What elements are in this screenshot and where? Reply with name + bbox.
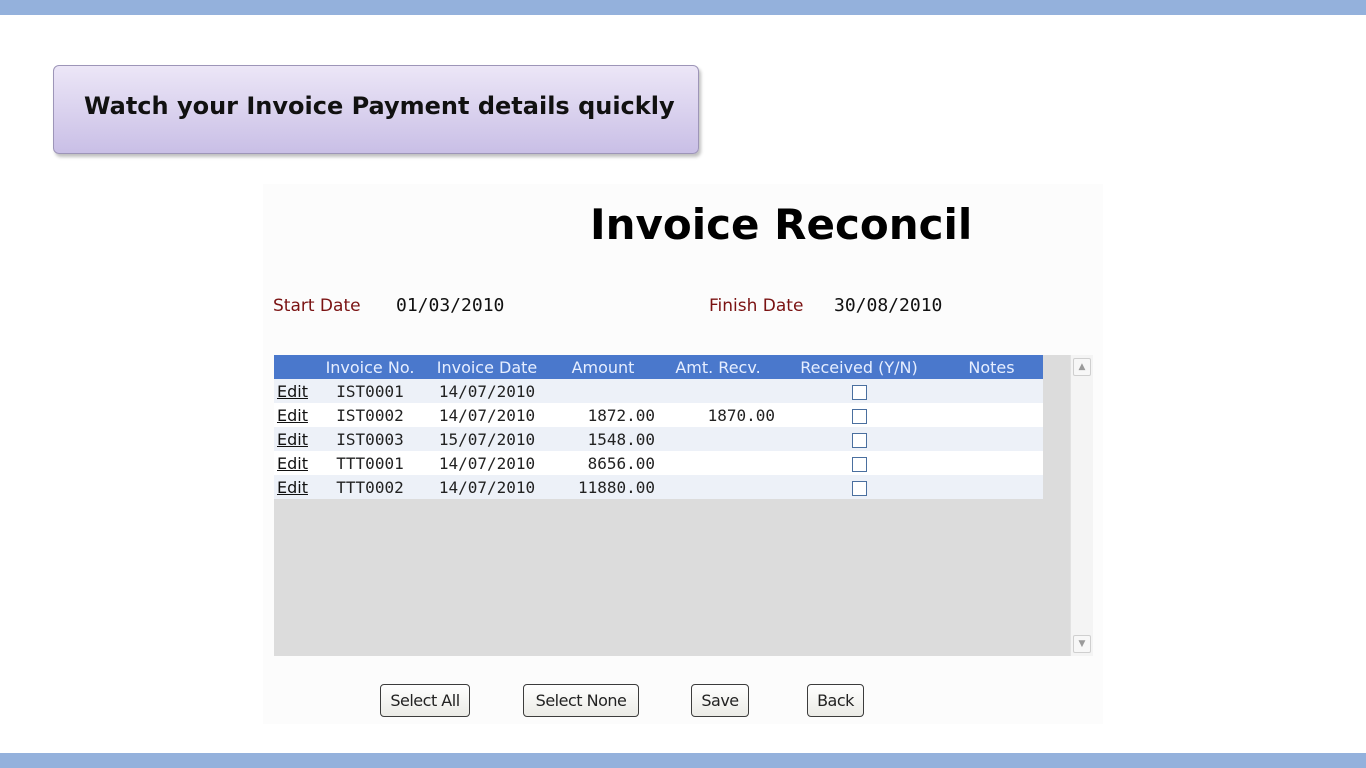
table-row: Edit TTT0002 14/07/2010 11880.00 (274, 475, 1043, 499)
received-checkbox[interactable] (851, 384, 867, 400)
col-header-invoice-date[interactable]: Invoice Date (426, 355, 548, 379)
vertical-scrollbar[interactable]: ▲ ▼ (1070, 355, 1093, 656)
edit-link[interactable]: Edit (277, 454, 308, 473)
amt-recv-cell (658, 427, 778, 451)
amt-recv-cell (658, 379, 778, 403)
col-header-notes[interactable]: Notes (940, 355, 1043, 379)
notes-cell (940, 403, 1043, 427)
col-header-action (274, 355, 314, 379)
notes-cell (940, 379, 1043, 403)
edit-link[interactable]: Edit (277, 430, 308, 449)
invoice-no-cell: IST0002 (314, 403, 426, 427)
invoice-date-cell: 14/07/2010 (426, 475, 548, 499)
callout-banner: Watch your Invoice Payment details quick… (53, 65, 699, 154)
amt-recv-cell: 1870.00 (658, 403, 778, 427)
notes-cell (940, 451, 1043, 475)
back-button[interactable]: Back (807, 684, 864, 717)
table-row: Edit TTT0001 14/07/2010 8656.00 (274, 451, 1043, 475)
save-button[interactable]: Save (691, 684, 749, 717)
finish-date-value: 30/08/2010 (834, 295, 943, 316)
amt-recv-cell (658, 451, 778, 475)
select-all-button[interactable]: Select All (380, 684, 470, 717)
edit-link[interactable]: Edit (277, 478, 308, 497)
col-header-amount[interactable]: Amount (548, 355, 658, 379)
amount-cell: 8656.00 (548, 451, 658, 475)
amount-cell: 11880.00 (548, 475, 658, 499)
start-date-value: 01/03/2010 (396, 295, 505, 316)
invoice-table: Invoice No. Invoice Date Amount Amt. Rec… (274, 355, 1043, 499)
invoice-date-cell: 14/07/2010 (426, 379, 548, 403)
table-row: Edit IST0003 15/07/2010 1548.00 (274, 427, 1043, 451)
invoice-date-cell: 15/07/2010 (426, 427, 548, 451)
received-checkbox[interactable] (851, 480, 867, 496)
amount-cell (548, 379, 658, 403)
table-row: Edit IST0001 14/07/2010 (274, 379, 1043, 403)
chevron-down-icon[interactable]: ▼ (1073, 635, 1091, 653)
amount-cell: 1548.00 (548, 427, 658, 451)
edit-link[interactable]: Edit (277, 406, 308, 425)
select-none-button[interactable]: Select None (523, 684, 639, 717)
invoice-no-cell: IST0003 (314, 427, 426, 451)
top-frame-bar (0, 0, 1366, 15)
bottom-frame-bar (0, 753, 1366, 768)
amount-cell: 1872.00 (548, 403, 658, 427)
received-checkbox[interactable] (851, 432, 867, 448)
received-checkbox[interactable] (851, 408, 867, 424)
notes-cell (940, 427, 1043, 451)
invoice-no-cell: IST0001 (314, 379, 426, 403)
edit-link[interactable]: Edit (277, 382, 308, 401)
col-header-invoice-no[interactable]: Invoice No. (314, 355, 426, 379)
invoice-date-cell: 14/07/2010 (426, 403, 548, 427)
notes-cell (940, 475, 1043, 499)
received-checkbox[interactable] (851, 456, 867, 472)
table-row: Edit IST0002 14/07/2010 1872.00 1870.00 (274, 403, 1043, 427)
invoice-date-cell: 14/07/2010 (426, 451, 548, 475)
invoice-no-cell: TTT0002 (314, 475, 426, 499)
finish-date-label: Finish Date (709, 296, 804, 316)
table-header-row: Invoice No. Invoice Date Amount Amt. Rec… (274, 355, 1043, 379)
chevron-up-icon[interactable]: ▲ (1073, 358, 1091, 376)
banner-text: Watch your Invoice Payment details quick… (84, 92, 675, 120)
page-title: Invoice Reconcil (590, 200, 973, 249)
invoice-no-cell: TTT0001 (314, 451, 426, 475)
amt-recv-cell (658, 475, 778, 499)
col-header-amt-recv[interactable]: Amt. Recv. (658, 355, 778, 379)
col-header-received[interactable]: Received (Y/N) (778, 355, 940, 379)
start-date-label: Start Date (273, 296, 361, 316)
